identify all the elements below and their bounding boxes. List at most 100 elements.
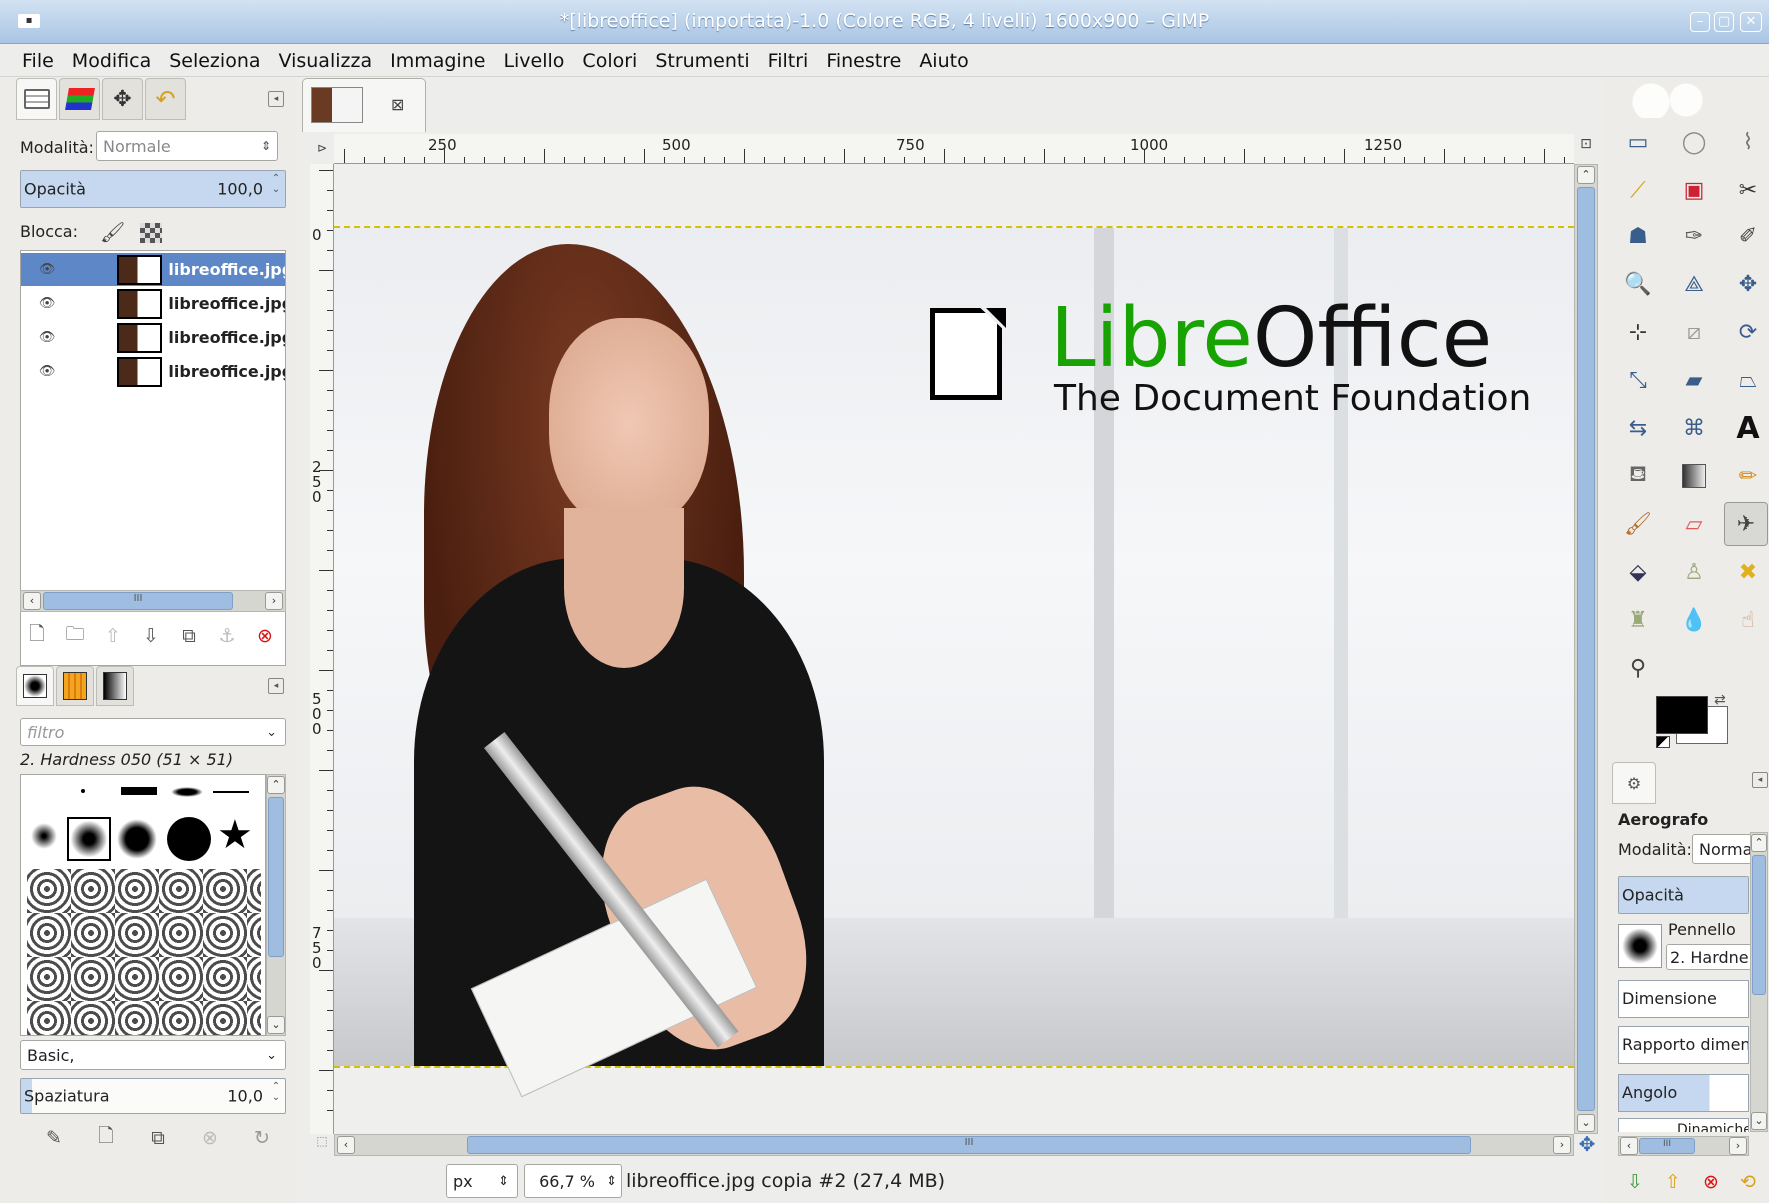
star-brush-icon[interactable]: ★ <box>217 811 253 859</box>
scroll-down-button[interactable]: ⌄ <box>267 1016 285 1034</box>
free-select-tool-icon[interactable]: ⌇ <box>1728 122 1768 162</box>
rect-select-tool-icon[interactable]: ▭ <box>1618 122 1658 162</box>
layers-hscrollbar[interactable]: ‹ III › <box>20 590 286 612</box>
new-layer-group-icon[interactable]: 🗀 <box>56 620 94 652</box>
tab-gradients[interactable] <box>96 666 134 706</box>
scroll-thumb[interactable]: III <box>1639 1138 1695 1154</box>
tab-channels[interactable] <box>59 78 100 120</box>
text-tool-icon[interactable]: A <box>1728 408 1768 448</box>
duplicate-brush-icon[interactable]: ⧉ <box>132 1122 184 1154</box>
move-tool-icon[interactable]: ✥ <box>1728 264 1768 304</box>
tool-options-hscrollbar[interactable]: ‹ III › <box>1618 1136 1749 1156</box>
brush-thumb-selected[interactable] <box>67 817 111 861</box>
unit-select[interactable]: px ⇕ <box>446 1164 518 1198</box>
measure-tool-icon[interactable]: ⟁ <box>1674 264 1714 304</box>
layer-opacity-slider[interactable]: Opacità 100,0 ⌃ ⌄ <box>20 170 286 208</box>
tool-brush-preview[interactable] <box>1618 924 1662 968</box>
brush-thumb[interactable] <box>117 819 157 859</box>
scroll-thumb[interactable]: III <box>43 592 233 610</box>
scroll-thumb[interactable] <box>1577 187 1595 1111</box>
scroll-down-button[interactable]: ⌄ <box>1577 1114 1595 1132</box>
select-by-color-tool-icon[interactable]: ▣ <box>1674 170 1714 210</box>
navigate-icon[interactable]: ✥ <box>1576 1132 1598 1156</box>
tab-paths[interactable]: ✥ <box>102 78 143 120</box>
shear-tool-icon[interactable]: ▰ <box>1674 360 1714 400</box>
layer-row[interactable]: 👁 libreoffice.jpg <box>21 253 285 286</box>
tab-layers[interactable] <box>16 78 57 120</box>
smudge-tool-icon[interactable]: ☝ <box>1728 600 1768 640</box>
menu-image[interactable]: Immagine <box>381 44 494 72</box>
crop-tool-icon[interactable]: ⧄ <box>1674 312 1714 352</box>
menu-select[interactable]: Seleziona <box>160 44 269 72</box>
maximize-button[interactable]: ▢ <box>1714 12 1734 32</box>
ruler-corner[interactable]: ⊳ <box>310 136 334 160</box>
scroll-up-button[interactable]: ⌃ <box>1577 166 1595 184</box>
spacing-slider[interactable]: Spaziatura 10,0 ⌃ ⌄ <box>20 1078 286 1114</box>
visibility-eye-icon[interactable]: 👁 <box>35 364 59 379</box>
visibility-eye-icon[interactable]: 👁 <box>35 330 59 345</box>
image-canvas[interactable]: LibreOffice The Document Foundation <box>334 164 1574 1134</box>
brush-filter-input[interactable]: filtro ⌄ <box>20 718 286 746</box>
new-brush-icon[interactable]: 🗋 <box>80 1122 132 1154</box>
canvas-vscrollbar[interactable]: ⌃ ⌄ <box>1574 164 1598 1134</box>
anchor-layer-icon[interactable]: ⚓ <box>208 620 246 652</box>
duplicate-layer-icon[interactable]: ⧉ <box>170 620 208 652</box>
scale-tool-icon[interactable]: ⤡ <box>1618 360 1658 400</box>
menu-edit[interactable]: Modifica <box>63 44 160 72</box>
reset-options-icon[interactable]: ⟲ <box>1730 1166 1766 1198</box>
tab-patterns[interactable] <box>56 666 94 706</box>
dock-menu-icon[interactable]: ◂ <box>268 678 284 694</box>
brush-thumb[interactable] <box>167 817 211 861</box>
scroll-right-button[interactable]: › <box>1553 1136 1571 1154</box>
brush-thumb[interactable] <box>81 789 85 793</box>
zoom-select[interactable]: 66,7 % ⇕ <box>524 1164 622 1198</box>
layer-row[interactable]: 👁 libreoffice.jpg <box>21 321 285 354</box>
scissors-tool-icon[interactable]: ✂ <box>1728 170 1768 210</box>
airbrush-tool-icon[interactable]: ✈ <box>1724 502 1768 546</box>
menu-file[interactable]: File <box>0 44 63 72</box>
menu-tools[interactable]: Strumenti <box>646 44 758 72</box>
menu-colors[interactable]: Colori <box>573 44 646 72</box>
flip-tool-icon[interactable]: ⇆ <box>1618 408 1658 448</box>
dock-menu-icon[interactable]: ◂ <box>268 91 284 107</box>
tool-options-vscrollbar[interactable]: ⌃ ⌄ <box>1750 832 1768 1132</box>
ellipse-select-tool-icon[interactable]: ◯ <box>1674 122 1714 162</box>
fuzzy-select-tool-icon[interactable]: ⟋ <box>1618 170 1658 210</box>
dock-menu-icon[interactable]: ◂ <box>1752 772 1768 788</box>
scroll-thumb[interactable]: III <box>467 1136 1471 1154</box>
scroll-right-button[interactable]: › <box>265 592 283 610</box>
blend-tool-icon[interactable] <box>1674 456 1714 496</box>
visibility-eye-icon[interactable]: 👁 <box>35 262 59 277</box>
swap-colors-icon[interactable]: ⇄ <box>1714 692 1726 708</box>
perspective-tool-icon[interactable]: ⏢ <box>1728 360 1768 400</box>
edit-brush-icon[interactable]: ✎ <box>28 1122 80 1154</box>
menu-windows[interactable]: Finestre <box>817 44 910 72</box>
canvas-hscrollbar[interactable]: ‹ III › <box>334 1134 1574 1156</box>
tool-size-slider[interactable]: Dimensione <box>1618 980 1749 1018</box>
tool-angle-slider[interactable]: Angolo <box>1618 1074 1749 1112</box>
tab-brushes[interactable] <box>16 666 54 706</box>
close-button[interactable]: ✕ <box>1740 12 1762 32</box>
brush-thumb[interactable] <box>213 791 249 793</box>
brush-thumb[interactable] <box>121 787 157 795</box>
layer-row[interactable]: 👁 libreoffice.jpg <box>21 355 285 388</box>
tab-tool-options[interactable]: ⚙ <box>1612 762 1656 804</box>
tool-dynamics-select[interactable]: Dinamiche <box>1618 1118 1749 1132</box>
paths-tool-icon[interactable]: ✑ <box>1674 216 1714 256</box>
chevron-down-icon[interactable]: ⌄ <box>266 725 277 740</box>
perspective-clone-tool-icon[interactable]: ♜ <box>1618 600 1658 640</box>
menu-view[interactable]: Visualizza <box>270 44 382 72</box>
scroll-down-button[interactable]: ⌄ <box>1751 1112 1767 1130</box>
tool-mode-select[interactable]: Norma <box>1692 834 1752 864</box>
scroll-up-button[interactable]: ⌃ <box>267 776 285 794</box>
tab-undo-history[interactable]: ↶ <box>145 78 186 120</box>
menu-help[interactable]: Aiuto <box>910 44 977 72</box>
blur-tool-icon[interactable]: 💧 <box>1674 600 1714 640</box>
spacing-spin-icon[interactable]: ⌃ ⌄ <box>269 1081 283 1111</box>
new-layer-icon[interactable]: 🗋 <box>18 620 56 652</box>
delete-brush-icon[interactable]: ⊗ <box>184 1122 236 1154</box>
quick-mask-icon[interactable]: ⬚ <box>310 1134 334 1156</box>
chevron-down-icon[interactable]: ⌄ <box>266 1048 277 1063</box>
pencil-tool-icon[interactable]: ✏ <box>1728 456 1768 496</box>
scroll-up-button[interactable]: ⌃ <box>1751 834 1767 852</box>
